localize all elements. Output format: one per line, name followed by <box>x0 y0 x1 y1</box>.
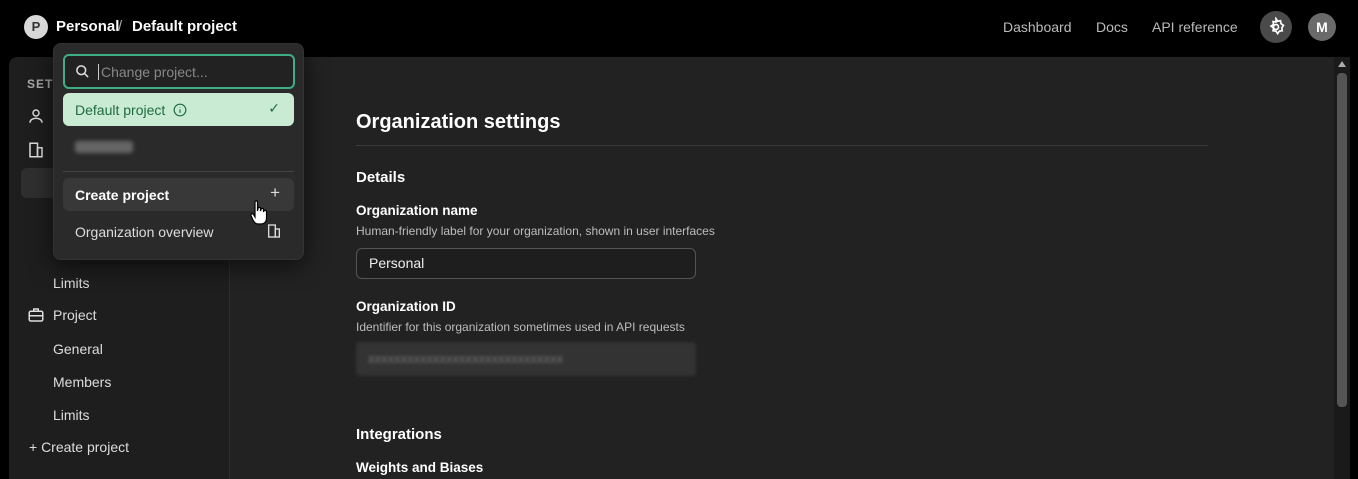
org-id-field-redacted[interactable]: xxxxxxxxxxxxxxxxxxxxxxxxxxxxxx <box>356 342 696 376</box>
details-heading: Details <box>356 169 406 186</box>
sidebar-create-project[interactable]: + Create project <box>29 439 129 455</box>
project-option-label: Default project <box>75 101 166 118</box>
sidebar-item-your-profile[interactable] <box>27 107 45 125</box>
sidebar-item-project[interactable]: Project <box>27 306 97 324</box>
breadcrumb-project[interactable]: Default project <box>132 18 237 35</box>
integrations-heading: Integrations <box>356 426 442 443</box>
wandb-label: Weights and Biases <box>356 460 484 475</box>
main-scrollbar[interactable] <box>1334 57 1350 479</box>
scroll-thumb[interactable] <box>1337 73 1347 407</box>
dropdown-divider <box>63 171 294 172</box>
project-switcher-dropdown: Default project ✓ Create project + Organ… <box>53 43 304 260</box>
briefcase-icon <box>28 308 44 322</box>
org-id-help: Identifier for this organization sometim… <box>356 320 685 334</box>
breadcrumb-separator: / <box>118 18 123 35</box>
checkmark-icon: ✓ <box>268 100 280 116</box>
sidebar-item-organization[interactable] <box>27 141 45 159</box>
search-icon <box>76 65 89 78</box>
sidebar-item-org-limits[interactable]: Limits <box>53 275 90 291</box>
gear-icon <box>1269 17 1285 36</box>
sidebar-item-project-general[interactable]: General <box>53 341 103 357</box>
scroll-up-arrow[interactable] <box>1338 61 1346 67</box>
org-id-label: Organization ID <box>356 299 456 314</box>
org-name-help: Human-friendly label for your organizati… <box>356 224 715 238</box>
org-name-label: Organization name <box>356 203 478 218</box>
building-icon <box>268 224 280 238</box>
sidebar-item-project-limits[interactable]: Limits <box>53 407 90 423</box>
breadcrumb-org[interactable]: Personal <box>56 18 119 35</box>
user-avatar[interactable]: M <box>1308 13 1336 41</box>
info-icon[interactable] <box>173 103 187 117</box>
organization-overview-label: Organization overview <box>75 223 214 240</box>
project-search-input[interactable] <box>98 63 278 80</box>
project-option-default[interactable]: Default project ✓ <box>63 93 294 126</box>
project-search-box[interactable] <box>63 54 295 89</box>
sidebar-project-label: Project <box>53 307 97 323</box>
hand-cursor-icon <box>250 200 268 225</box>
org-name-input[interactable]: Personal <box>356 248 696 279</box>
dashboard-link[interactable]: Dashboard <box>1003 19 1072 35</box>
docs-link[interactable]: Docs <box>1096 19 1128 35</box>
org-avatar[interactable]: P <box>24 15 48 39</box>
main-content: Organization settings Details Organizati… <box>230 57 1334 479</box>
sidebar-heading: SET <box>27 77 54 91</box>
building-icon <box>29 142 43 158</box>
title-divider <box>356 145 1208 146</box>
page-title: Organization settings <box>356 111 561 133</box>
user-icon <box>29 109 43 123</box>
sidebar-item-project-members[interactable]: Members <box>53 374 111 390</box>
settings-button[interactable] <box>1260 11 1292 43</box>
project-option-redacted[interactable] <box>75 141 133 153</box>
api-reference-link[interactable]: API reference <box>1152 19 1238 35</box>
plus-icon: + <box>270 183 280 202</box>
create-project-label: Create project <box>75 186 170 203</box>
